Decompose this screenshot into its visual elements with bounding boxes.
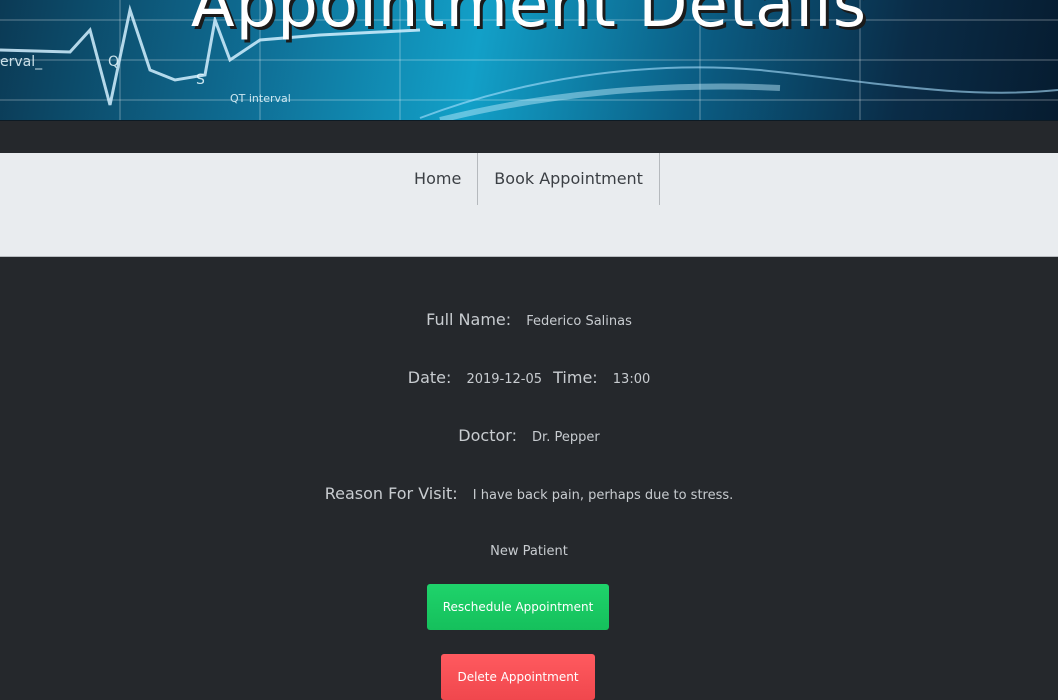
nav-item-book-appointment[interactable]: Book Appointment	[478, 153, 660, 205]
svg-text:QT interval: QT interval	[230, 92, 291, 105]
full-name-value: Federico Salinas	[526, 314, 632, 329]
header-divider-strip	[0, 121, 1058, 153]
nav-item-home[interactable]: Home	[398, 153, 479, 205]
nav-list: Home Book Appointment	[0, 153, 1058, 205]
full-name-label: Full Name:	[426, 310, 512, 329]
time-value: 13:00	[612, 372, 651, 387]
doctor-label: Doctor:	[458, 426, 517, 445]
reason-label: Reason For Visit:	[324, 484, 458, 503]
date-time-row: Date: 2019-12-05 Time: 13:00	[0, 368, 1058, 387]
date-value: 2019-12-05	[466, 372, 543, 387]
date-label: Date:	[407, 368, 452, 387]
reason-value: I have back pain, perhaps due to stress.	[472, 488, 734, 503]
page-title: Appointment Details	[190, 0, 868, 42]
svg-text:S: S	[196, 72, 205, 88]
svg-text:Q: Q	[108, 54, 119, 70]
full-name-row: Full Name: Federico Salinas	[0, 310, 1058, 329]
reschedule-appointment-button[interactable]: Reschedule Appointment	[427, 584, 609, 630]
time-label: Time:	[553, 368, 598, 387]
svg-text:erval_: erval_	[0, 54, 43, 70]
doctor-row: Doctor: Dr. Pepper	[0, 426, 1058, 445]
delete-appointment-button[interactable]: Delete Appointment	[441, 654, 595, 700]
patient-status: New Patient	[490, 544, 568, 559]
navbar: Home Book Appointment	[0, 153, 1058, 257]
reason-row: Reason For Visit: I have back pain, perh…	[0, 484, 1058, 503]
doctor-value: Dr. Pepper	[532, 430, 600, 445]
header-banner: erval_ Q S QT interval Appointment Detai…	[0, 0, 1058, 121]
patient-status-row: New Patient	[0, 540, 1058, 559]
